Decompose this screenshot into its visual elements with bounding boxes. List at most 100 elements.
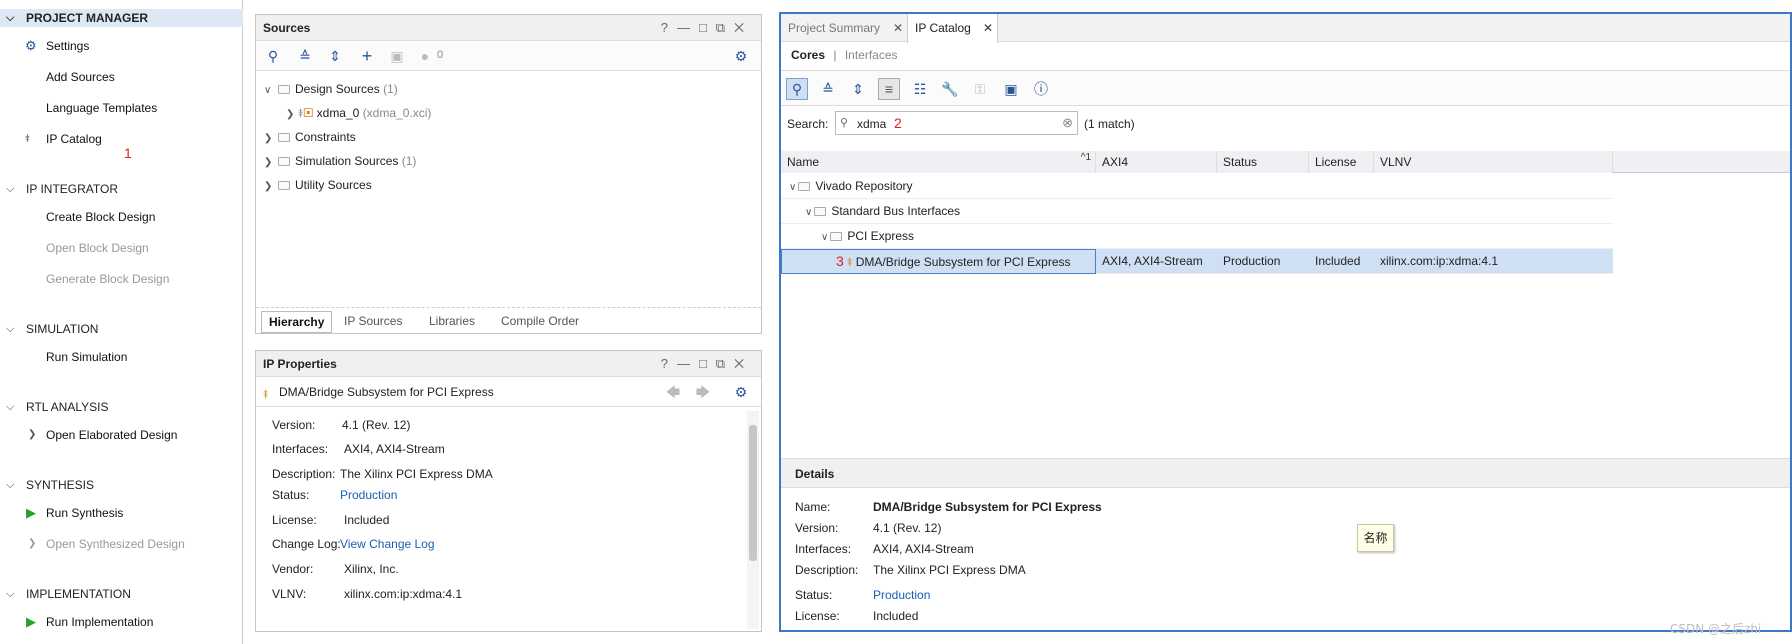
panel-window-controls[interactable]: ?—□⧉✕ (661, 351, 753, 377)
nav-run-implementation[interactable]: Run Implementation (46, 614, 153, 630)
tab-compile-order[interactable]: Compile Order (494, 311, 586, 333)
license-cell: Included (1315, 254, 1361, 268)
close-icon[interactable]: ✕ (983, 14, 993, 42)
nav-run-synthesis[interactable]: Run Synthesis (46, 505, 123, 521)
section-ip-integrator[interactable]: ⌵ IP INTEGRATOR (0, 180, 243, 198)
gear-icon[interactable]: ⚙ (732, 47, 750, 65)
tab-ip-catalog[interactable]: IP Catalog ✕ (907, 14, 998, 43)
section-synthesis[interactable]: ⌵ SYNTHESIS (0, 476, 243, 494)
close-icon[interactable]: ✕ (893, 14, 903, 42)
nav-ip-catalog[interactable]: IP Catalog (46, 131, 102, 147)
name-cell: 3 ⯒ DMA/Bridge Subsystem for PCI Express (781, 249, 1096, 274)
node-label: Vivado Repository (815, 179, 913, 193)
nav-run-simulation[interactable]: Run Simulation (46, 349, 127, 365)
node-label: Utility Sources (295, 178, 372, 192)
search-icon[interactable]: ⚲ (264, 47, 282, 65)
chevron-right-icon[interactable]: ❯ (264, 177, 276, 197)
subtab-interfaces[interactable]: Interfaces (845, 48, 898, 62)
vlnv-cell: xilinx.com:ip:xdma:4.1 (1380, 254, 1499, 268)
tree-node-design-sources[interactable]: ∨ Design Sources (1) (264, 79, 398, 99)
status-count: 0 (437, 49, 444, 61)
tree-node-pci-express[interactable]: ∨ PCI Express (781, 224, 1613, 249)
chevron-down-icon[interactable]: ⌵ (6, 398, 14, 416)
collapse-all-icon[interactable]: ≙ (819, 80, 837, 98)
tab-hierarchy[interactable]: Hierarchy (261, 311, 333, 333)
tree-node-standard-bus-interfaces[interactable]: ∨ Standard Bus Interfaces (781, 199, 1613, 224)
section-rtl-analysis[interactable]: ⌵ RTL ANALYSIS (0, 398, 243, 416)
section-simulation[interactable]: ⌵ SIMULATION (0, 320, 243, 338)
subtab-cores[interactable]: Cores (791, 48, 825, 62)
scrollbar-thumb[interactable] (749, 425, 757, 561)
nav-settings[interactable]: Settings (46, 38, 89, 54)
chevron-down-icon[interactable]: ∨ (821, 232, 828, 243)
back-arrow-icon: 🡄 (665, 384, 681, 400)
chevron-right-icon[interactable]: ❯ (264, 129, 276, 149)
tree-node-vivado-repository[interactable]: ∨ Vivado Repository (781, 174, 1613, 199)
catalog-subtabs: Cores | Interfaces (791, 48, 898, 62)
tab-ip-sources[interactable]: IP Sources (337, 311, 409, 333)
ip-properties-list: Version: 4.1 (Rev. 12) Interfaces: AXI4, AX… (256, 409, 746, 631)
tab-label: Project Summary (788, 21, 881, 35)
scrollbar[interactable] (747, 411, 759, 629)
step-marker-3: 3 (836, 253, 844, 269)
tab-label: IP Catalog (915, 21, 971, 35)
node-label: Standard Bus Interfaces (831, 204, 961, 218)
panel-window-controls[interactable]: ?—□⧉✕ (661, 15, 753, 41)
tree-node-xdma[interactable]: ❯ ⯒▣ xdma_0 (xdma_0.xci) (286, 103, 431, 123)
chevron-right-icon[interactable]: ❯ (28, 427, 36, 443)
run-icon: ▶ (26, 505, 36, 520)
chevron-down-icon[interactable]: ⌵ (6, 320, 14, 338)
gear-icon[interactable]: ⚙ (732, 383, 750, 401)
chevron-down-icon[interactable]: ∨ (805, 207, 812, 218)
chevron-down-icon[interactable]: ⌵ (6, 476, 14, 494)
chevron-down-icon[interactable]: ∨ (789, 182, 796, 193)
chevron-right-icon[interactable]: ❯ (264, 153, 276, 173)
search-input[interactable]: ⚲ xdma 2 ⊗ (835, 111, 1078, 135)
clear-icon[interactable]: ⊗ (1062, 115, 1073, 131)
node-label: Simulation Sources (295, 154, 399, 168)
nav-add-sources[interactable]: Add Sources (46, 69, 115, 85)
expand-all-icon[interactable]: ⇕ (849, 80, 867, 98)
forward-arrow-icon: 🡆 (695, 384, 711, 400)
nav-open-block-design: Open Block Design (46, 241, 149, 255)
nav-create-block-design[interactable]: Create Block Design (46, 209, 155, 225)
chevron-down-icon[interactable]: ⌵ (6, 180, 14, 198)
hierarchy-icon[interactable]: ☷ (911, 80, 929, 98)
section-implementation[interactable]: ⌵ IMPLEMENTATION (0, 585, 243, 603)
filter-icon[interactable]: ≡ (878, 78, 900, 100)
col-name[interactable]: Name ^1 (781, 151, 1096, 173)
chevron-right-icon[interactable]: ❯ (286, 105, 298, 125)
chip-icon[interactable]: ▣ (1002, 80, 1020, 98)
property-value[interactable]: View Change Log (340, 536, 435, 552)
detail-key: Interfaces: (795, 542, 852, 556)
info-icon[interactable]: ⓘ (1032, 80, 1050, 98)
tree-node-constraints[interactable]: ❯ Constraints (264, 127, 356, 147)
chevron-right-icon: ❯ (28, 538, 37, 549)
chevron-down-icon[interactable]: ∨ (264, 81, 276, 101)
tab-libraries[interactable]: Libraries (422, 311, 482, 333)
section-project-manager[interactable]: ⌵ PROJECT MANAGER (0, 9, 243, 27)
chevron-down-icon[interactable]: ⌵ (6, 585, 14, 603)
col-label: Name (787, 155, 820, 169)
add-icon[interactable]: + (358, 47, 376, 65)
folder-icon (278, 133, 290, 142)
col-status[interactable]: Status (1217, 151, 1309, 173)
expand-all-icon[interactable]: ⇕ (326, 47, 344, 65)
wrench-icon[interactable]: 🔧 (941, 80, 959, 98)
search-icon[interactable]: ⚲ (786, 78, 808, 100)
chevron-down-icon[interactable]: ⌵ (6, 9, 14, 27)
nav-open-synthesized-design: Open Synthesized Design (46, 537, 185, 551)
status-cell: Production (1223, 254, 1281, 268)
collapse-all-icon[interactable]: ≙ (296, 47, 314, 65)
tree-node-utility-sources[interactable]: ❯ Utility Sources (264, 175, 372, 195)
section-title: IMPLEMENTATION (26, 587, 131, 601)
tab-project-summary[interactable]: Project Summary ✕ (781, 14, 907, 42)
nav-language-templates[interactable]: Language Templates (46, 100, 157, 116)
tree-node-simulation-sources[interactable]: ❯ Simulation Sources (1) (264, 151, 416, 171)
col-license[interactable]: License (1309, 151, 1374, 173)
col-axi4[interactable]: AXI4 (1096, 151, 1217, 173)
node-label: PCI Express (847, 229, 915, 243)
nav-open-elaborated-design[interactable]: Open Elaborated Design (46, 427, 177, 443)
table-row-xdma[interactable]: 3 ⯒ DMA/Bridge Subsystem for PCI Express… (781, 249, 1613, 274)
col-vlnv[interactable]: VLNV (1374, 151, 1613, 173)
